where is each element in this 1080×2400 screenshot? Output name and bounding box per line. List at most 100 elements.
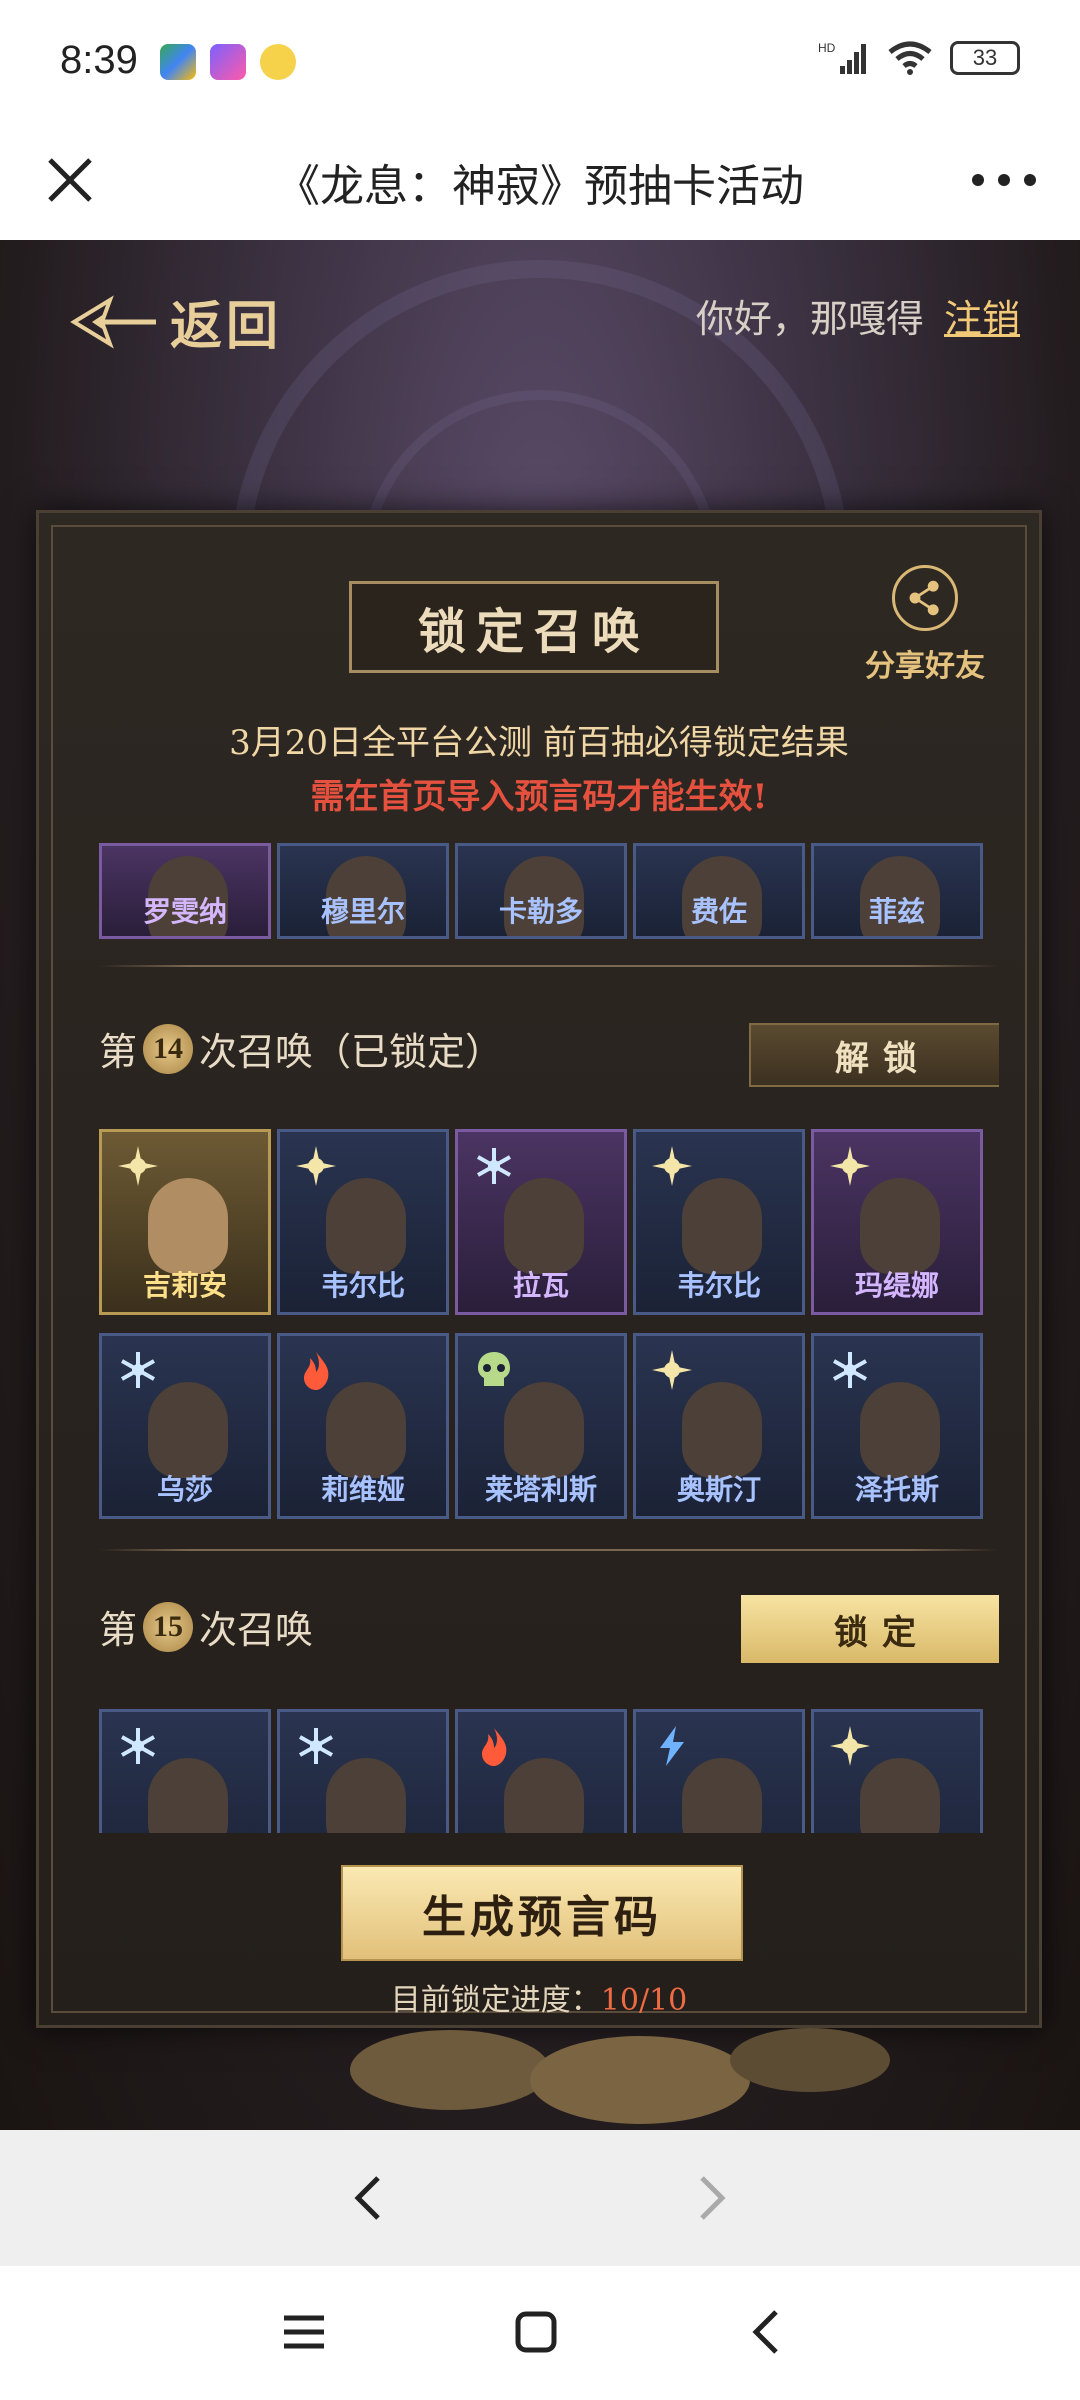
summon-list[interactable]: 罗雯纳 穆里尔 卡勒多 费佐 菲兹 第 14 次召唤（已锁定） 解锁 吉莉安 韦… [99, 843, 999, 1833]
hero-name: 拉瓦 [512, 1269, 569, 1302]
generate-code-button[interactable]: 生成预言码 [341, 1865, 743, 1961]
hero-portrait [504, 1178, 584, 1274]
signal-icon: HD [818, 41, 866, 74]
hero-card[interactable]: 乌莎 [99, 1333, 271, 1519]
bunny-app-icon [260, 44, 296, 80]
hero-name: 韦尔比 [676, 1269, 761, 1302]
hero-portrait [326, 1758, 406, 1833]
hero-portrait [326, 1382, 406, 1478]
user-greeting: 你好，那嘎得 注销 [696, 288, 1020, 343]
browser-back-icon[interactable] [340, 2168, 400, 2228]
summon-prefix: 第 [99, 1030, 138, 1074]
unlock-button[interactable]: 解锁 [749, 1023, 999, 1087]
hero-card[interactable]: 韦尔比 [633, 1129, 805, 1315]
summon-14-title: 第 14 次召唤（已锁定） [99, 1021, 503, 1076]
lock-summon-panel: 锁定召唤 分享好友 3月20日全平台公测 前百抽必得锁定结果 需在首页导入预言码… [36, 510, 1042, 2028]
hero-portrait [148, 1178, 228, 1274]
import-warning: 需在首页导入预言码才能生效! [310, 777, 768, 817]
summon-suffix: 次召唤（已锁定） [199, 1030, 504, 1074]
hero-name: 莱塔利斯 [484, 1473, 597, 1506]
system-back-icon[interactable] [738, 2302, 798, 2362]
hero-card[interactable]: 拉瓦 [455, 1129, 627, 1315]
logout-link[interactable]: 注销 [944, 297, 1020, 341]
page-title: 《龙息：神寂》预抽卡活动 [276, 161, 804, 212]
frost-element-icon [121, 1352, 155, 1388]
lock-button[interactable]: 锁定 [741, 1595, 999, 1663]
sun-element-icon [830, 1726, 870, 1766]
summon-15-title: 第 15 次召唤 [99, 1599, 313, 1654]
section-divider [99, 965, 999, 967]
game-center-icon [210, 44, 246, 80]
hero-card[interactable]: 泽托斯 [811, 1333, 983, 1519]
hero-card[interactable]: 奥斯汀 [633, 1333, 805, 1519]
back-button[interactable]: 返回 [70, 284, 282, 359]
hero-card[interactable]: 韦尔比 [277, 1129, 449, 1315]
home-icon[interactable] [506, 2302, 566, 2362]
skull-element-icon [478, 1352, 510, 1386]
hero-card[interactable]: 菲兹 [811, 843, 983, 939]
summon-number-badge: 15 [143, 1601, 194, 1652]
browser-forward-icon[interactable] [680, 2168, 740, 2228]
hero-name: 韦尔比 [320, 1269, 405, 1302]
summon-suffix: 次召唤 [199, 1608, 314, 1652]
hero-name: 泽托斯 [854, 1473, 939, 1506]
battery-icon: 33 [950, 41, 1020, 75]
hero-card[interactable] [277, 1709, 449, 1833]
summon-prefix: 第 [99, 1608, 138, 1652]
panel-heading: 锁定召唤 [349, 581, 719, 673]
hero-card[interactable]: 罗雯纳 [99, 843, 271, 939]
fire-element-icon [304, 1352, 329, 1390]
share-label: 分享好友 [865, 649, 985, 684]
section-divider [99, 1549, 999, 1551]
summon-14-row-1: 吉莉安 韦尔比 拉瓦 韦尔比 玛缇娜 [99, 1129, 983, 1315]
sun-element-icon [296, 1146, 336, 1186]
frost-element-icon [299, 1728, 333, 1764]
back-label: 返回 [170, 296, 283, 357]
frost-element-icon [477, 1148, 511, 1184]
hero-card[interactable]: 吉莉安 [99, 1129, 271, 1315]
system-icons: HD 33 [818, 40, 1020, 76]
share-icon [892, 565, 958, 631]
svg-text:HD: HD [818, 41, 836, 55]
hero-portrait [148, 1758, 228, 1833]
status-bar: 8:39 HD 33 [0, 0, 1080, 120]
browser-navigation [0, 2130, 1080, 2266]
hero-portrait [148, 1382, 228, 1478]
summon-15-row-1 [99, 1709, 983, 1833]
hero-card[interactable]: 卡勒多 [455, 843, 627, 939]
sun-element-icon [830, 1146, 870, 1186]
launch-notice: 3月20日全平台公测 前百抽必得锁定结果 [229, 723, 849, 763]
hero-card[interactable]: 穆里尔 [277, 843, 449, 939]
hero-card[interactable] [99, 1709, 271, 1833]
hero-name: 穆里尔 [320, 895, 405, 928]
hero-card[interactable] [633, 1709, 805, 1833]
hero-portrait [682, 1758, 762, 1833]
fire-element-icon [482, 1728, 507, 1766]
hero-name: 吉莉安 [142, 1269, 227, 1302]
hero-card[interactable]: 费佐 [633, 843, 805, 939]
hero-card[interactable] [455, 1709, 627, 1833]
hero-card[interactable]: 玛缇娜 [811, 1129, 983, 1315]
notification-icons [160, 44, 296, 80]
share-button[interactable]: 分享好友 [855, 565, 995, 685]
hero-name: 卡勒多 [498, 895, 583, 928]
hero-name: 莉维娅 [320, 1473, 405, 1506]
hero-card[interactable]: 莱塔利斯 [455, 1333, 627, 1519]
menu-icon[interactable] [274, 2302, 334, 2362]
hero-name: 乌莎 [156, 1473, 213, 1506]
hero-name: 奥斯汀 [676, 1473, 761, 1506]
hero-card[interactable]: 莉维娅 [277, 1333, 449, 1519]
summon-14-row-2: 乌莎 莉维娅 莱塔利斯 奥斯汀 泽托斯 [99, 1333, 983, 1519]
coins-decoration [350, 2028, 890, 2124]
hero-portrait [860, 1758, 940, 1833]
hero-portrait [860, 1382, 940, 1478]
frost-element-icon [121, 1728, 155, 1764]
hero-name: 玛缇娜 [854, 1269, 939, 1302]
status-time: 8:39 [60, 38, 138, 82]
greeting-text: 你好，那嘎得 [695, 297, 924, 341]
hero-name: 菲兹 [868, 895, 925, 928]
system-navigation [0, 2266, 1080, 2400]
hero-card[interactable] [811, 1709, 983, 1833]
more-options-icon[interactable] [964, 164, 1044, 196]
sun-element-icon [652, 1350, 692, 1390]
